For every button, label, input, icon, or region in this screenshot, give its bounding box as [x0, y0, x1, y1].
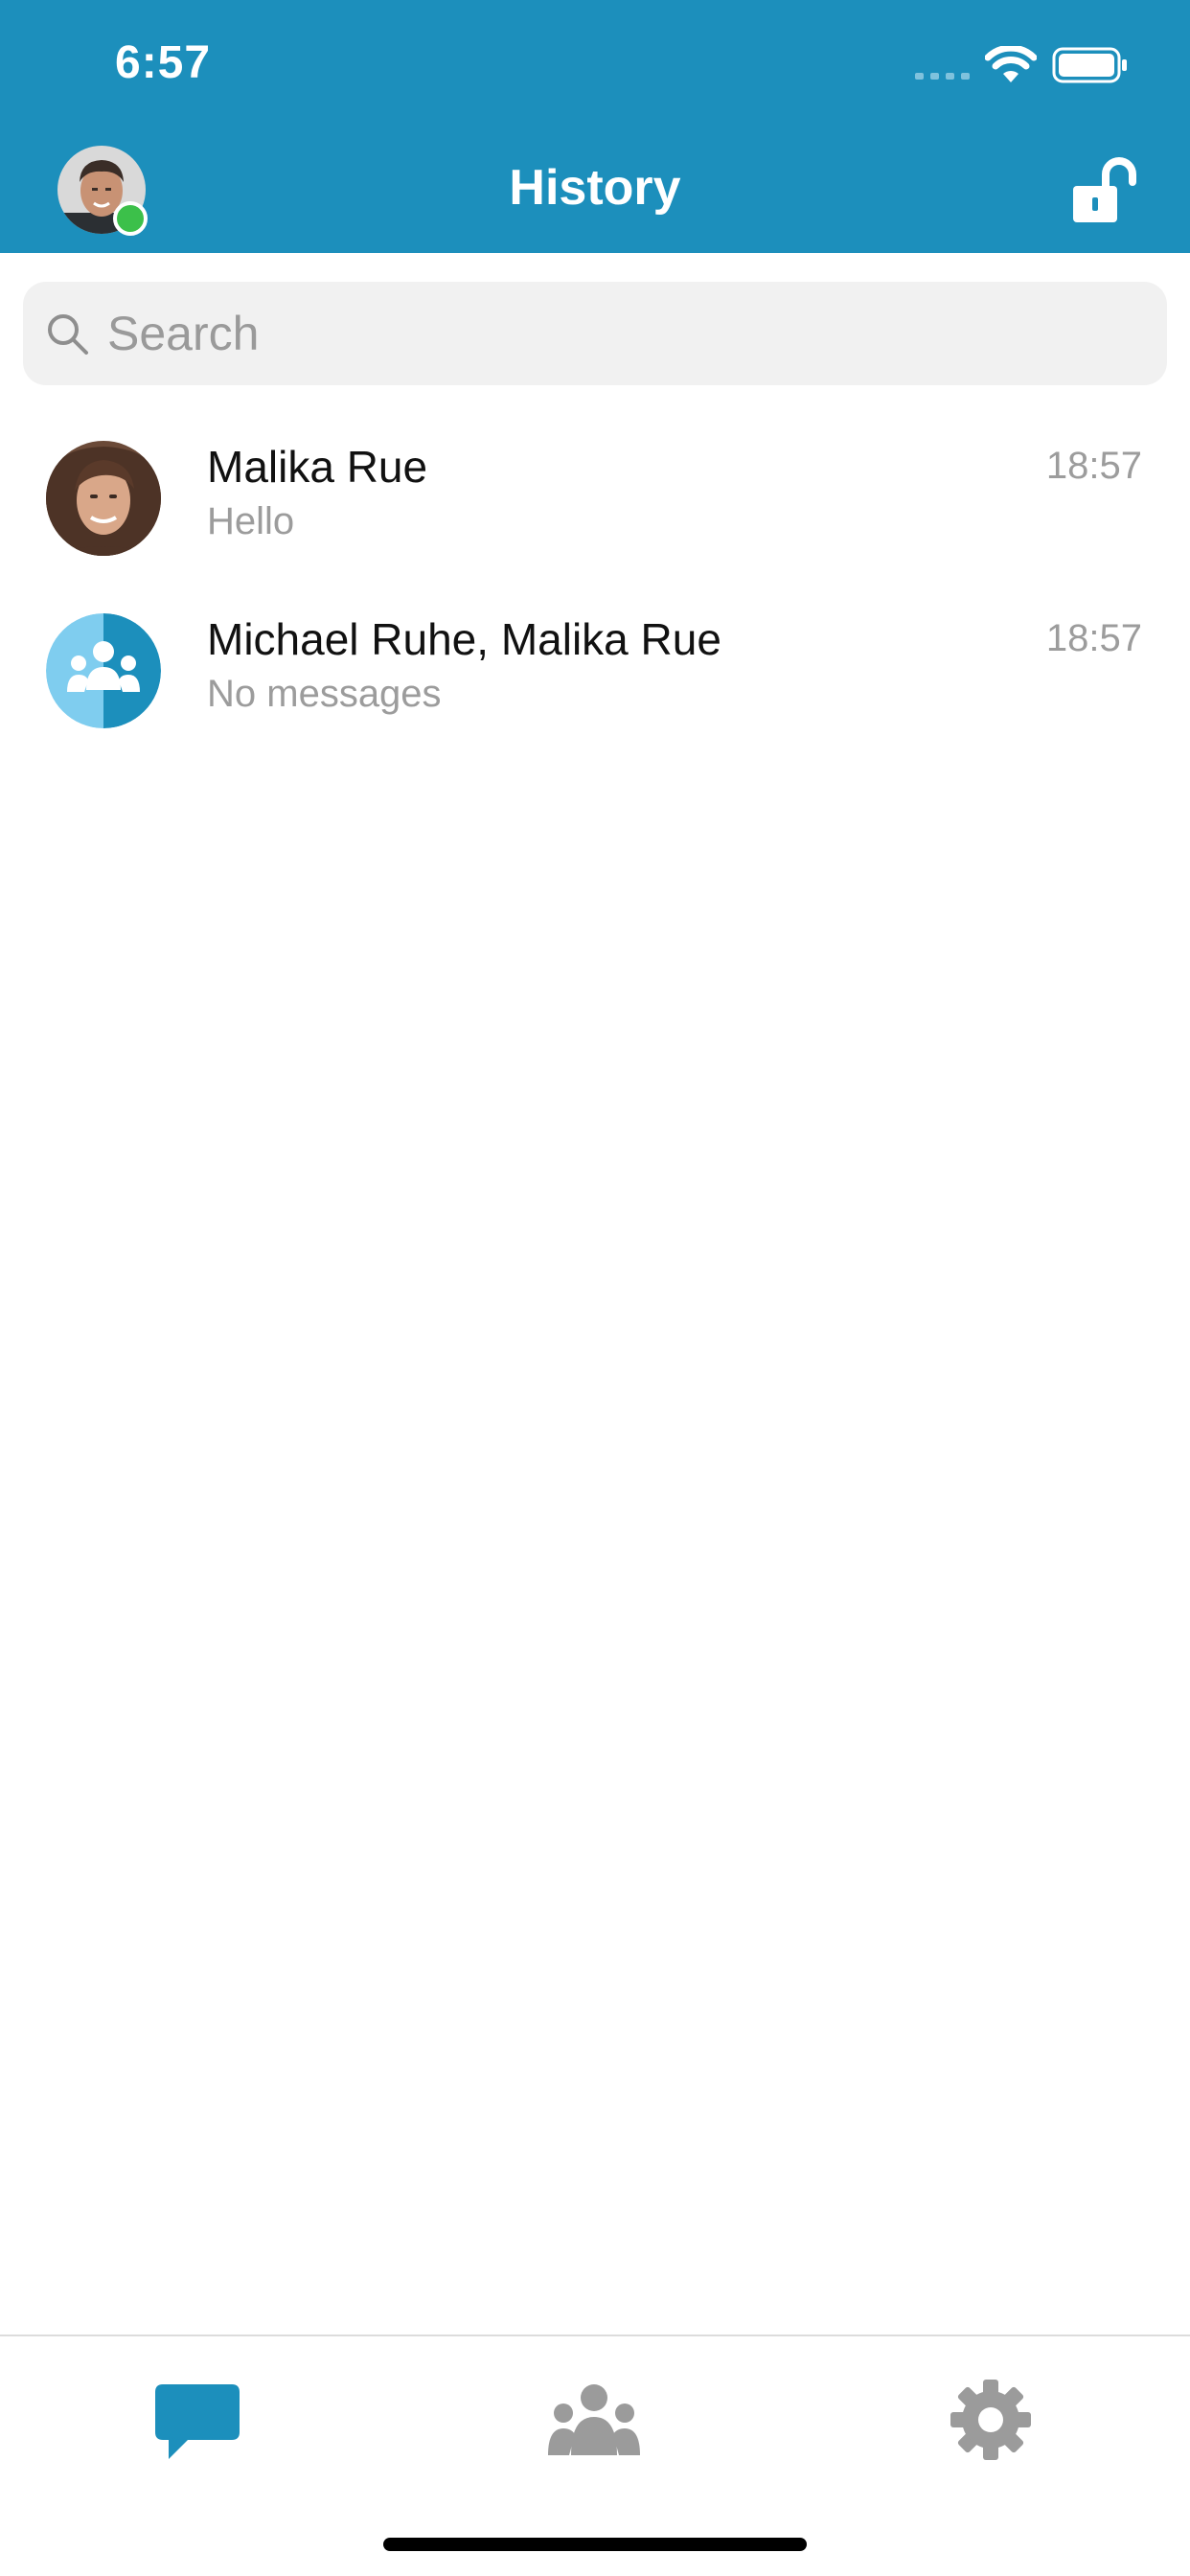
- contact-avatar: [46, 441, 161, 556]
- conversation-time: 18:57: [1045, 617, 1142, 659]
- conversation-preview: Hello: [207, 500, 295, 542]
- wifi-icon: [985, 46, 1037, 82]
- gear-icon[interactable]: [943, 2377, 1039, 2463]
- conversation-item[interactable]: Michael Ruhe, Malika Rue No messages 18:…: [0, 613, 1190, 786]
- search-input[interactable]: [107, 282, 1142, 385]
- group-avatar: [46, 613, 161, 728]
- status-time: 6:57: [115, 37, 212, 88]
- history-screen: 6:57 History Search Malika Rue Hello 18:…: [0, 0, 1190, 2576]
- chat-bubble-icon[interactable]: [149, 2377, 245, 2463]
- battery-icon: [1052, 47, 1127, 83]
- search-bar[interactable]: [23, 282, 1167, 385]
- page-title: History: [509, 160, 681, 216]
- top-bar: 6:57 History: [0, 0, 1190, 253]
- group-icon: [46, 613, 161, 728]
- search-icon: [48, 314, 88, 355]
- contact-photo: [46, 441, 161, 556]
- home-indicator[interactable]: [383, 2538, 807, 2551]
- people-icon[interactable]: [546, 2377, 642, 2463]
- conversation-name: Michael Ruhe, Malika Rue: [207, 614, 721, 664]
- conversation-name: Malika Rue: [207, 442, 428, 492]
- cellular-signal-icon: [915, 73, 970, 80]
- unlocked-padlock-icon[interactable]: [1071, 155, 1138, 224]
- conversation-time: 18:57: [1045, 445, 1142, 487]
- conversation-preview: No messages: [207, 673, 442, 715]
- conversation-item[interactable]: Malika Rue Hello 18:57: [0, 441, 1190, 613]
